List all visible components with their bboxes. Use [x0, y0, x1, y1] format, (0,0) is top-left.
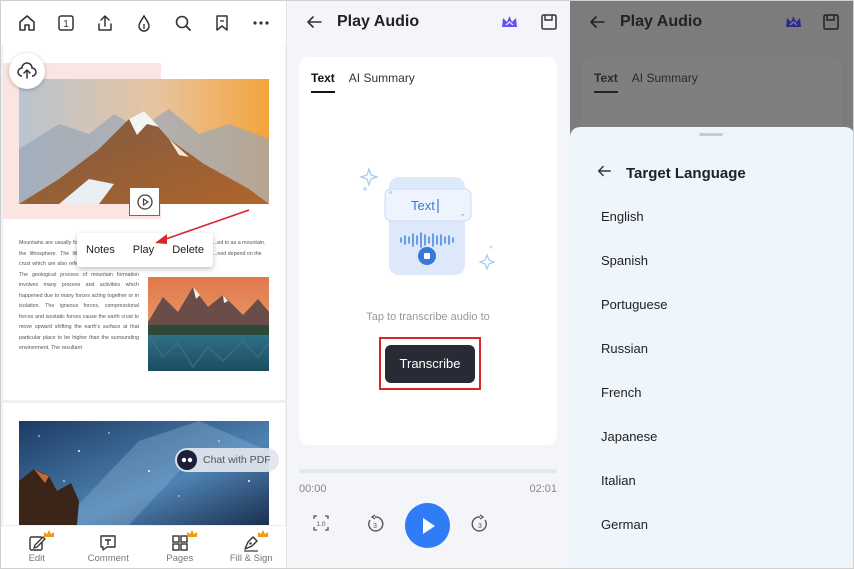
- play-icon: [422, 517, 435, 534]
- language-option[interactable]: French: [601, 385, 641, 400]
- premium-crown-icon[interactable]: [501, 14, 518, 35]
- page-number-icon[interactable]: 1: [56, 13, 76, 33]
- pdf-viewer-panel: 1 Mountains are usually the lithosphere.…: [1, 1, 287, 568]
- highlight-box: Transcribe: [379, 337, 481, 390]
- speed-label: 1.0: [316, 521, 325, 528]
- playback-speed-icon[interactable]: 1.0: [311, 513, 331, 533]
- transcribe-illustration: Text “ ”: [359, 163, 499, 288]
- play-button[interactable]: [405, 503, 450, 548]
- dimmed-header: Play Audio: [570, 1, 853, 45]
- page-number-text: 1: [63, 19, 69, 30]
- target-language-panel: Play Audio Text AI Summary Target Langua…: [570, 1, 853, 568]
- audio-marker-icon[interactable]: [129, 187, 160, 216]
- cloud-upload-icon[interactable]: [9, 53, 45, 89]
- language-option[interactable]: Italian: [601, 473, 636, 488]
- nav-pages-label: Pages: [166, 552, 194, 564]
- bookmark-icon[interactable]: [212, 13, 232, 33]
- home-icon[interactable]: [17, 13, 37, 33]
- dimmed-tab-ai-summary: AI Summary: [631, 71, 698, 85]
- target-language-sheet: Target Language English Spanish Portugue…: [570, 127, 853, 568]
- svg-text:“: “: [389, 190, 392, 201]
- tab-ai-summary[interactable]: AI Summary: [349, 71, 415, 93]
- dimmed-tab-text: Text: [594, 71, 618, 93]
- premium-crown-icon: [258, 529, 269, 537]
- notes-menu-item[interactable]: Notes: [86, 244, 115, 256]
- audio-progress-bar[interactable]: [299, 469, 557, 473]
- pdf-toolbar: 1: [1, 1, 286, 45]
- sheet-header: Target Language: [596, 163, 746, 184]
- back-arrow-icon: [588, 13, 606, 36]
- screenshot-root: 1 Mountains are usually the lithosphere.…: [0, 0, 854, 569]
- language-option[interactable]: English: [601, 209, 644, 224]
- dimmed-page-title: Play Audio: [620, 13, 703, 30]
- language-option[interactable]: Spanish: [601, 253, 648, 268]
- dimmed-tabs: Text AI Summary: [594, 71, 698, 93]
- nav-edit[interactable]: Edit: [7, 529, 67, 564]
- context-menu: Notes Play Delete: [77, 233, 213, 267]
- total-time: 02:01: [529, 483, 557, 495]
- chat-with-pdf-button[interactable]: Chat with PDF: [175, 448, 279, 472]
- playback-controls: 1.0 3 3: [287, 501, 570, 549]
- comment-icon: [100, 534, 116, 551]
- delete-menu-item[interactable]: Delete: [172, 244, 204, 256]
- chat-with-pdf-label: Chat with PDF: [203, 454, 271, 466]
- current-time: 00:00: [299, 483, 327, 495]
- language-option[interactable]: German: [601, 517, 648, 532]
- save-icon: [822, 13, 840, 36]
- ai-assistant-icon: [177, 450, 197, 470]
- rewind-icon[interactable]: 3: [365, 514, 385, 534]
- nav-pages[interactable]: Pages: [150, 529, 210, 564]
- sheet-title: Target Language: [626, 165, 746, 182]
- transcribe-button[interactable]: Transcribe: [385, 344, 475, 383]
- mountain-image: [19, 79, 269, 204]
- tab-text[interactable]: Text: [311, 71, 335, 93]
- starry-sky-image: [19, 421, 269, 525]
- bottom-navigation: Edit Comment Pages Fill & Sign: [1, 525, 286, 568]
- nav-comment[interactable]: Comment: [78, 533, 138, 564]
- premium-crown-icon: [43, 529, 54, 537]
- premium-crown-icon: [186, 529, 197, 537]
- nav-comment-label: Comment: [87, 552, 129, 564]
- forward-icon[interactable]: 3: [470, 514, 490, 534]
- language-option[interactable]: Russian: [601, 341, 648, 356]
- transcript-tabs: Text AI Summary: [311, 71, 415, 93]
- search-icon[interactable]: [173, 13, 193, 33]
- sheet-drag-handle[interactable]: [699, 133, 723, 136]
- save-icon[interactable]: [540, 13, 558, 36]
- play-audio-header: Play Audio: [287, 1, 570, 45]
- body-text-right: ...ed to as a mountain. ...ned depend on…: [213, 240, 266, 257]
- language-option[interactable]: Portuguese: [601, 297, 668, 312]
- play-menu-item[interactable]: Play: [133, 244, 154, 256]
- back-arrow-icon[interactable]: [596, 163, 612, 184]
- forward-label: 3: [478, 523, 482, 530]
- premium-crown-icon: [785, 14, 802, 35]
- rewind-label: 3: [373, 523, 377, 530]
- lake-image: [148, 277, 269, 371]
- more-icon[interactable]: [251, 13, 271, 33]
- nav-edit-label: Edit: [28, 552, 45, 564]
- play-audio-panel: Play Audio Text AI Summary Text “ ” Tap …: [287, 1, 570, 568]
- language-option[interactable]: Japanese: [601, 429, 657, 444]
- ink-drop-icon[interactable]: [134, 13, 154, 33]
- page-title: Play Audio: [337, 13, 420, 30]
- transcribe-hint: Tap to transcribe audio to: [366, 311, 490, 323]
- nav-fill-sign-label: Fill & Sign: [229, 552, 273, 564]
- illustration-text: Text: [411, 198, 435, 213]
- transcript-card: Text AI Summary Text “ ” Tap to transcri…: [299, 57, 557, 445]
- svg-text:”: ”: [461, 213, 464, 224]
- nav-fill-sign[interactable]: Fill & Sign: [221, 529, 281, 564]
- share-icon[interactable]: [95, 13, 115, 33]
- back-arrow-icon[interactable]: [305, 13, 323, 36]
